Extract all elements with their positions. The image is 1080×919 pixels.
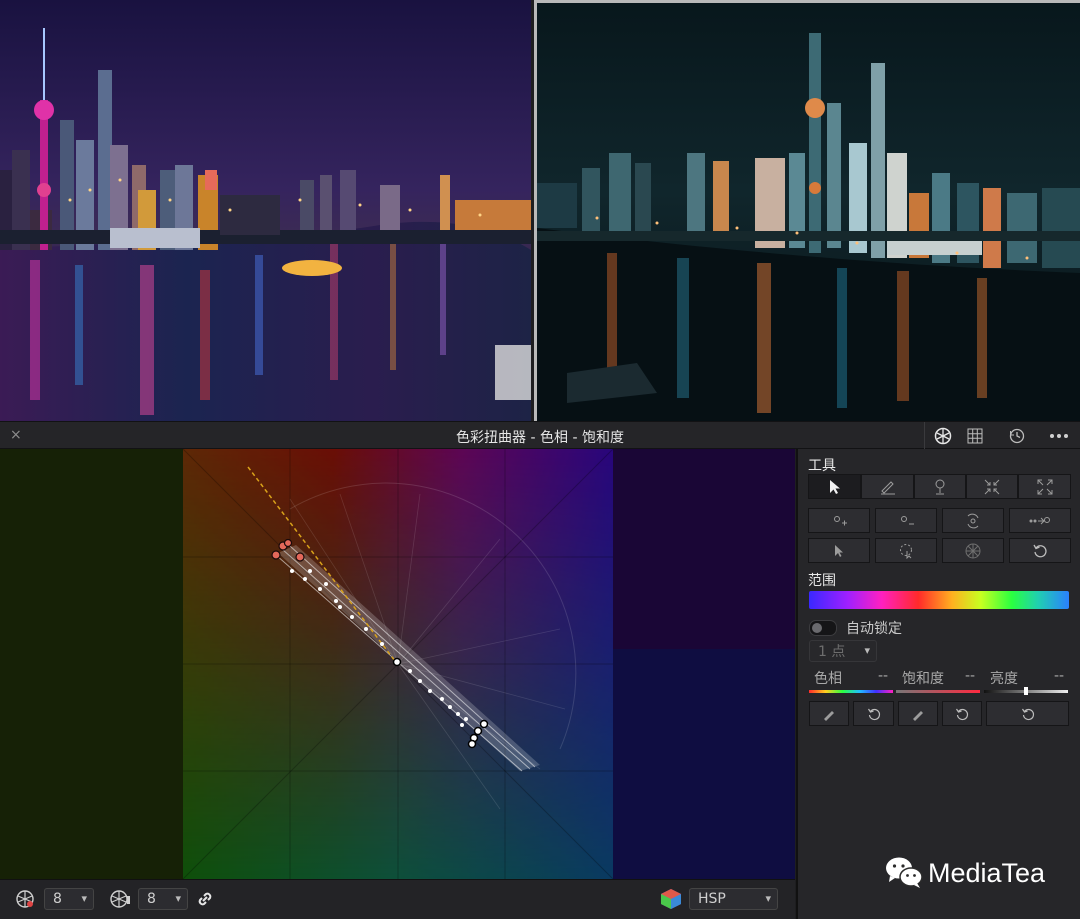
luminance-value: -- (1054, 668, 1065, 684)
saturation-slider[interactable] (896, 690, 980, 693)
color-space-value: HSP (698, 891, 726, 907)
lock-points-dropdown[interactable]: 1 点 ▾ (809, 640, 877, 662)
watermark-text: MediaTea (928, 858, 1046, 888)
cursor-icon (829, 479, 840, 494)
auto-lock-label: 自动锁定 (846, 621, 902, 637)
action-grid (808, 508, 1071, 563)
header-divider (924, 422, 925, 449)
pin-icon (935, 479, 945, 494)
eyedropper-icon (912, 710, 923, 721)
chevron-down-icon: ▾ (175, 892, 181, 905)
swap-point-button[interactable] (942, 508, 1004, 533)
history-icon[interactable] (1001, 422, 1033, 449)
pin-tool-button[interactable] (914, 474, 966, 499)
lasso-select-button[interactable] (875, 538, 937, 563)
viewer-before (0, 0, 531, 421)
panel-header: × 色彩扭曲器 - 色相 - 饱和度 (0, 421, 1080, 449)
chevron-down-icon: ▾ (864, 644, 870, 657)
tool-row (808, 474, 1071, 501)
arrow-right-icon (1029, 516, 1050, 524)
mesh-button[interactable] (942, 538, 1004, 563)
lock-points-value: 1 点 (818, 644, 846, 660)
hsl-actions (809, 701, 1069, 727)
tools-label: 工具 (808, 458, 836, 474)
panel-title: 色彩扭曲器 - 色相 - 饱和度 (456, 430, 624, 446)
resolution-value-1: 8 (53, 891, 62, 907)
select-tool-button[interactable] (808, 474, 861, 499)
warper-canvas[interactable] (0, 449, 795, 879)
expand-tool-button[interactable] (1018, 474, 1071, 499)
toggle-knob (812, 623, 822, 633)
reset-icon (867, 708, 880, 720)
color-space-dropdown[interactable]: HSP ▾ (689, 888, 778, 910)
luminance-reset-button[interactable] (986, 701, 1069, 726)
add-point-icon (834, 515, 847, 525)
saturation-value: -- (965, 668, 976, 684)
color-cube-icon (660, 888, 682, 914)
expand-icon (1037, 479, 1052, 494)
luminance-slider-handle[interactable] (1024, 687, 1028, 695)
hue-picker-button[interactable] (809, 701, 850, 726)
convert-point-button[interactable] (1009, 508, 1071, 533)
resolution-dropdown-2[interactable]: 8 ▾ (138, 888, 188, 910)
contract-icon (984, 479, 1000, 494)
range-label: 范围 (808, 573, 836, 589)
auto-lock-toggle[interactable] (809, 620, 837, 636)
contract-tool-button[interactable] (966, 474, 1018, 499)
hue-value: -- (878, 668, 889, 684)
chevron-down-icon: ▾ (81, 892, 87, 905)
select-icon (835, 544, 843, 557)
resolution-value-2: 8 (147, 891, 156, 907)
resolution-dropdown-1[interactable]: 8 ▾ (44, 888, 94, 910)
lasso-icon (900, 543, 912, 559)
link-icon[interactable] (196, 890, 214, 912)
more-icon[interactable] (1043, 422, 1075, 449)
saturation-reset-button[interactable] (942, 701, 983, 726)
remove-point-icon (901, 515, 914, 524)
chevron-down-icon: ▾ (765, 892, 771, 905)
tools-panel: 工具 范围 自动锁定 1 点 ▾ 色相 -- 饱和度 -- 亮度 -- (796, 449, 1080, 919)
add-point-button[interactable] (808, 508, 870, 533)
select-all-button[interactable] (808, 538, 870, 563)
reset-button[interactable] (1009, 538, 1071, 563)
warper-icon[interactable] (927, 422, 959, 449)
web-icon (965, 543, 981, 558)
draw-tool-button[interactable] (861, 474, 914, 499)
swap-icon (967, 513, 979, 528)
color-wheel-icon (14, 888, 36, 914)
saturation-label: 饱和度 (902, 671, 944, 687)
grid-icon[interactable] (959, 422, 991, 449)
luminance-label: 亮度 (990, 671, 1018, 687)
hue-range-bar[interactable] (809, 591, 1069, 609)
reset-icon (956, 708, 969, 720)
reset-icon (1033, 544, 1047, 557)
bottom-toolbar: 8 ▾ 8 ▾ HSP ▾ (0, 879, 795, 919)
color-wheel-alt-icon (108, 888, 132, 914)
hue-slider[interactable] (809, 690, 893, 693)
remove-point-button[interactable] (875, 508, 937, 533)
pen-icon (880, 480, 895, 494)
reset-icon (1021, 708, 1034, 720)
saturation-picker-button[interactable] (897, 701, 939, 726)
viewer-after (534, 0, 1080, 421)
hue-reset-button[interactable] (853, 701, 894, 726)
hue-label: 色相 (814, 671, 842, 687)
eyedropper-icon (824, 710, 835, 721)
wechat-logo-icon (884, 855, 924, 893)
